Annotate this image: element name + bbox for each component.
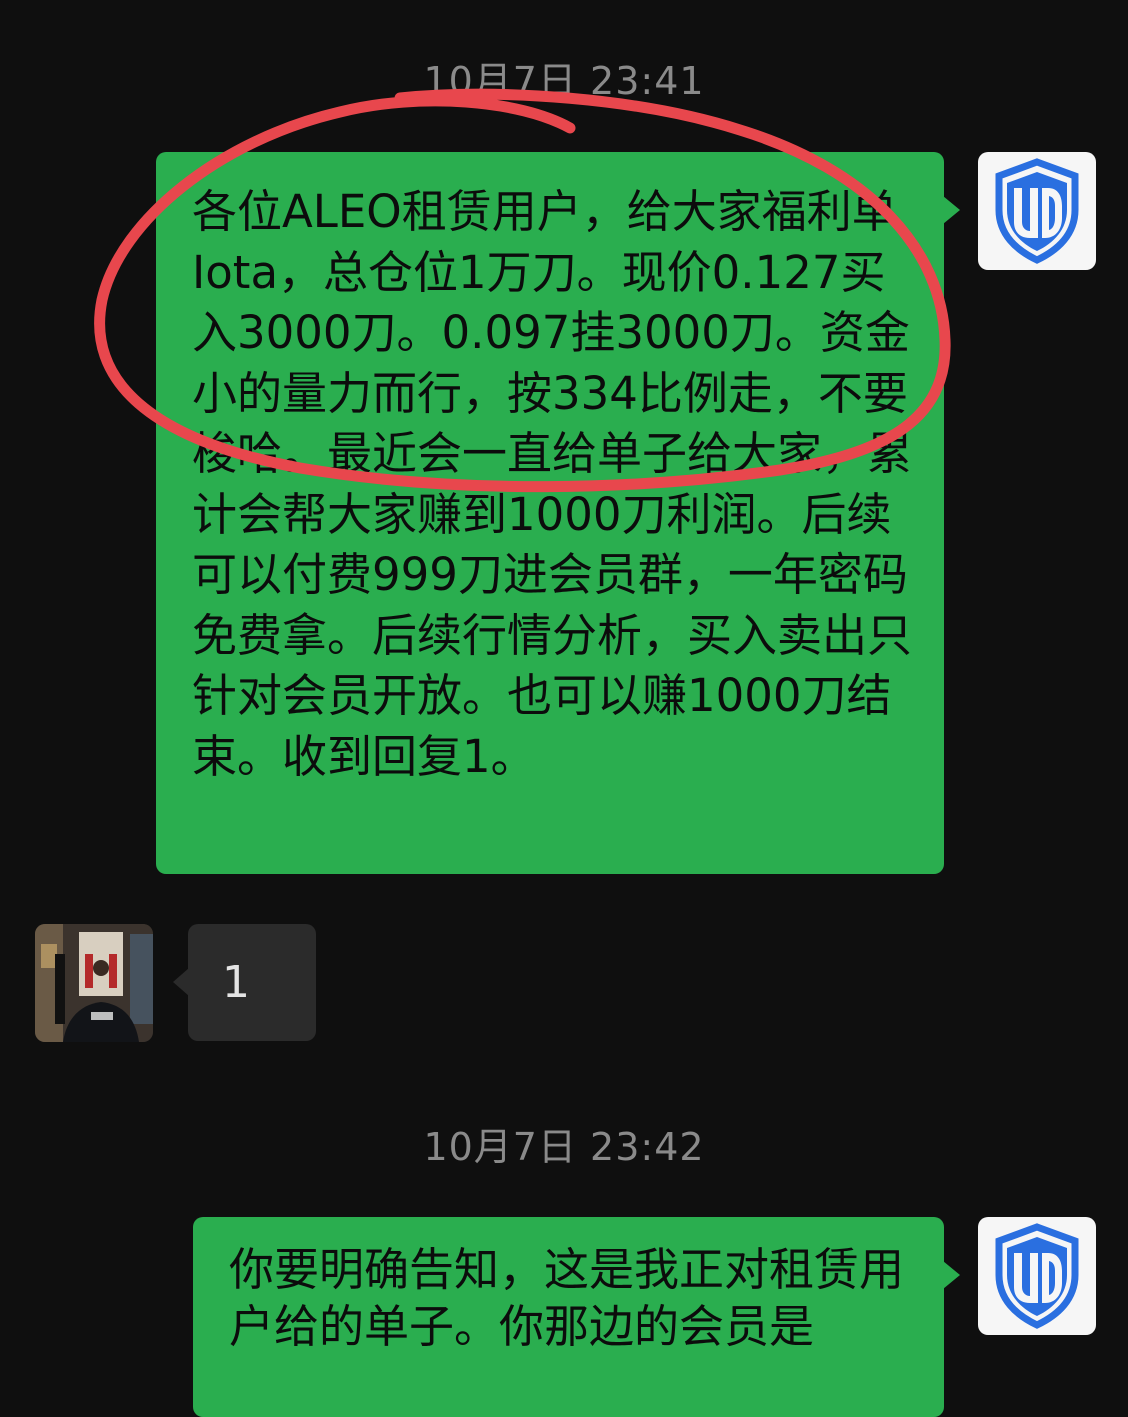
user-photo-avatar (35, 924, 153, 1042)
message-bubble-sent[interactable]: 你要明确告知，这是我正对租赁用户给的单子。你那边的会员是 (193, 1217, 960, 1417)
message-text: 各位ALEO租赁用户，给大家福利单Iota，总仓位1万刀。现价0.127买入30… (192, 185, 913, 783)
other-avatar[interactable] (35, 924, 153, 1042)
self-avatar[interactable] (978, 152, 1096, 270)
self-avatar[interactable] (978, 1217, 1096, 1335)
message-bubble-sent[interactable]: 各位ALEO租赁用户，给大家福利单Iota，总仓位1万刀。现价0.127买入30… (156, 152, 960, 874)
message-bubble-received[interactable]: 1 (173, 924, 316, 1041)
message-text: 1 (222, 957, 250, 1008)
shield-logo-icon (995, 158, 1079, 264)
timestamp: 10月7日 23:41 (423, 59, 705, 103)
shield-logo-icon (995, 1223, 1079, 1329)
timestamp: 10月7日 23:42 (423, 1125, 705, 1169)
message-text: 你要明确告知，这是我正对租赁用户给的单子。你那边的会员是 (229, 1243, 905, 1353)
